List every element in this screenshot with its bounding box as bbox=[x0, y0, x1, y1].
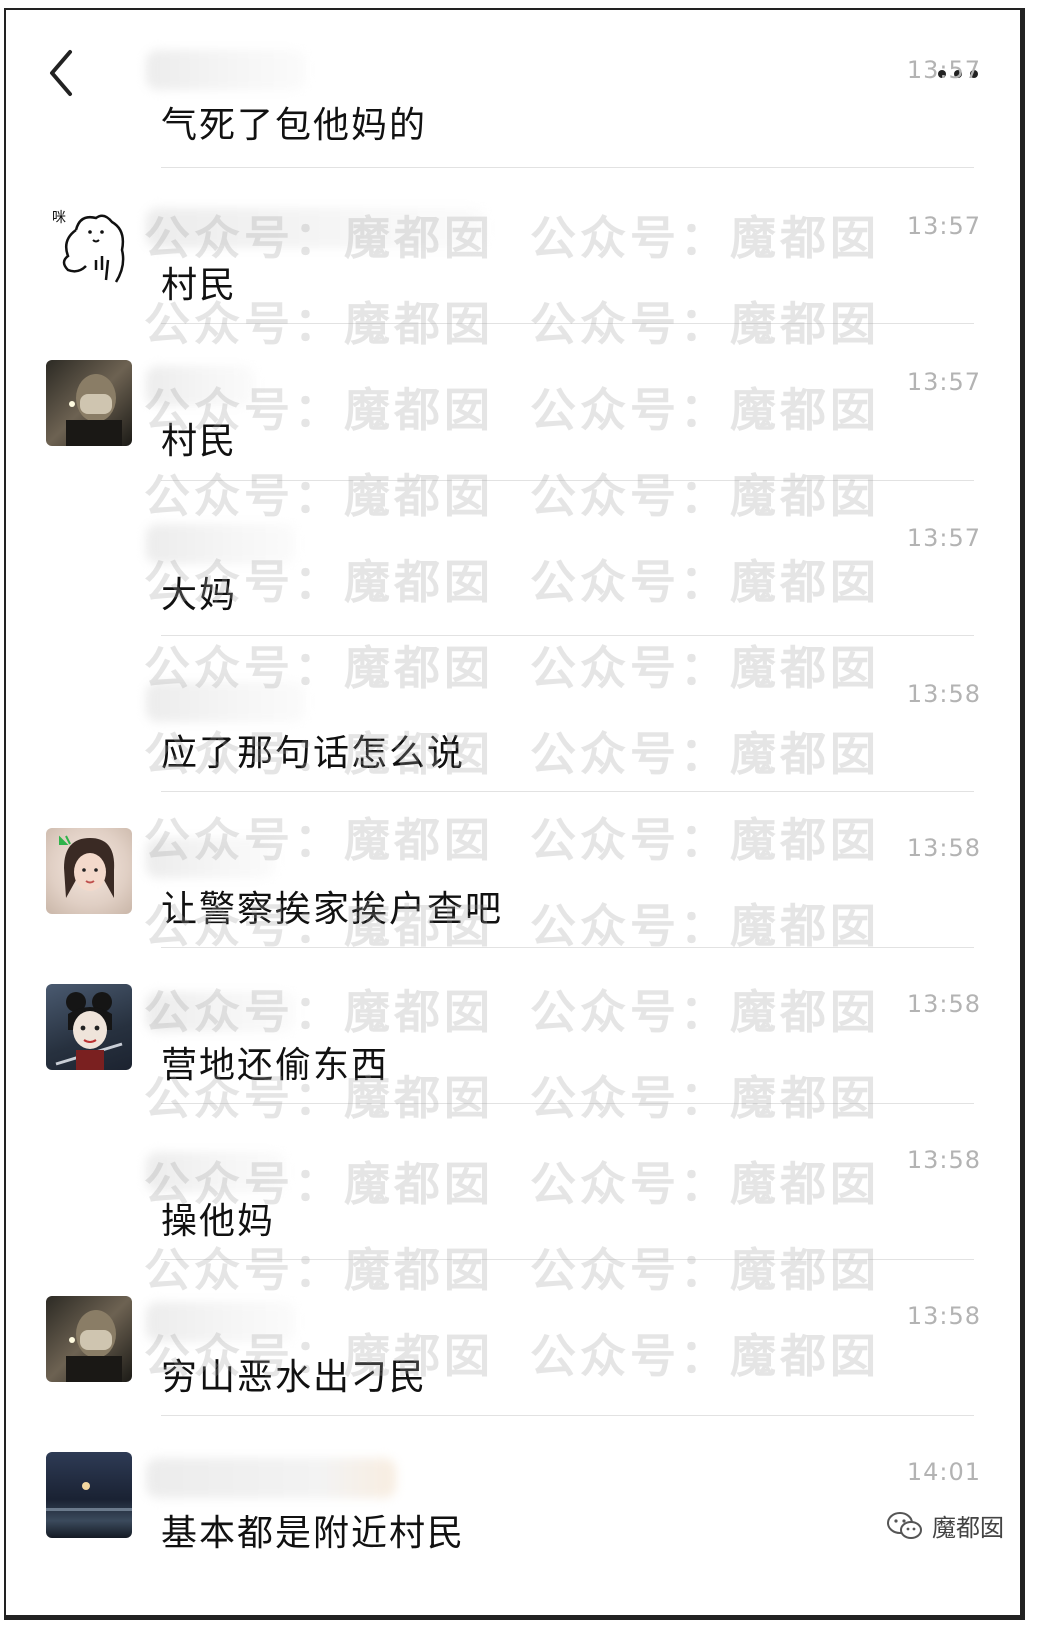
watermark-text: 公众号：魔都囡 bbox=[530, 383, 880, 437]
back-arrow-icon[interactable] bbox=[46, 48, 76, 98]
sender-name-blurred bbox=[146, 366, 256, 406]
message-time: 14:01 bbox=[906, 1458, 981, 1486]
message-time: 13:58 bbox=[906, 1146, 981, 1174]
sender-name-blurred bbox=[146, 524, 296, 564]
watermark-text: 公众号：魔都囡 bbox=[530, 727, 880, 781]
watermark-text: 公众号：魔都囡 bbox=[530, 297, 880, 351]
avatar-night-sea[interactable] bbox=[46, 1452, 132, 1538]
sender-name-blurred bbox=[146, 838, 276, 878]
watermark-text: 公众号：魔都囡 bbox=[530, 985, 880, 1039]
chat-frame: 13:57 气死了包他妈的 咪 13:57 村民 13:57 村民 13:57 … bbox=[4, 8, 1025, 1620]
message-text: 让警察挨家挨户查吧 bbox=[161, 889, 504, 930]
sender-name-blurred bbox=[146, 1302, 296, 1342]
brand-badge: 魔都囡 bbox=[886, 1508, 1004, 1543]
message-text: 村民 bbox=[161, 421, 238, 462]
avatar-masked-person[interactable] bbox=[46, 1296, 132, 1382]
message-text: 村民 bbox=[161, 265, 238, 306]
message-time: 13:58 bbox=[906, 1302, 981, 1330]
watermark-text: 公众号：魔都囡 bbox=[530, 641, 880, 695]
sender-name-blurred bbox=[146, 208, 486, 248]
sender-name-blurred bbox=[146, 1152, 286, 1192]
message-time: 13:57 bbox=[906, 56, 981, 84]
message-text: 操他妈 bbox=[161, 1201, 276, 1242]
watermark-text: 公众号：魔都囡 bbox=[530, 555, 880, 609]
watermark-text: 公众号：魔都囡 bbox=[144, 469, 494, 523]
watermark-text: 公众号：魔都囡 bbox=[530, 1329, 880, 1383]
row-divider bbox=[161, 1259, 974, 1260]
row-divider bbox=[161, 1415, 974, 1416]
row-divider bbox=[161, 1103, 974, 1104]
sender-name-blurred bbox=[146, 1458, 396, 1498]
sender-name-blurred bbox=[146, 992, 296, 1032]
row-divider bbox=[161, 167, 974, 168]
svg-text:咪: 咪 bbox=[52, 210, 66, 226]
message-text: 应了那句话怎么说 bbox=[161, 733, 466, 774]
watermark-text: 公众号：魔都囡 bbox=[530, 469, 880, 523]
message-time: 13:58 bbox=[906, 680, 981, 708]
wechat-icon bbox=[887, 1511, 922, 1539]
watermark-text: 公众号：魔都囡 bbox=[530, 211, 880, 265]
watermark-text: 公众号：魔都囡 bbox=[530, 1243, 880, 1297]
message-time: 13:57 bbox=[906, 368, 981, 396]
sender-name-blurred bbox=[146, 682, 306, 722]
message-text: 大妈 bbox=[161, 575, 238, 616]
avatar-girl-portrait[interactable] bbox=[46, 828, 132, 914]
avatar-doodle-bear[interactable]: 咪 bbox=[46, 200, 132, 286]
message-time: 13:58 bbox=[906, 834, 981, 862]
watermark-text: 公众号：魔都囡 bbox=[530, 813, 880, 867]
watermark-text: 公众号：魔都囡 bbox=[530, 1071, 880, 1125]
watermark-text: 公众号：魔都囡 bbox=[530, 1157, 880, 1211]
row-divider bbox=[161, 323, 974, 324]
row-divider bbox=[161, 791, 974, 792]
avatar-masked-person[interactable] bbox=[46, 360, 132, 446]
avatar-anime-warrior[interactable] bbox=[46, 984, 132, 1070]
brand-label: 魔都囡 bbox=[932, 1514, 1004, 1542]
message-text: 气死了包他妈的 bbox=[161, 105, 428, 146]
row-divider bbox=[161, 947, 974, 948]
message-text: 基本都是附近村民 bbox=[161, 1513, 466, 1554]
row-divider bbox=[161, 480, 974, 481]
sender-name-blurred bbox=[146, 50, 306, 90]
message-text: 营地还偷东西 bbox=[161, 1045, 390, 1086]
message-text: 穷山恶水出刁民 bbox=[161, 1357, 428, 1398]
row-divider bbox=[161, 635, 974, 636]
message-time: 13:58 bbox=[906, 990, 981, 1018]
message-time: 13:57 bbox=[906, 212, 981, 240]
message-time: 13:57 bbox=[906, 524, 981, 552]
